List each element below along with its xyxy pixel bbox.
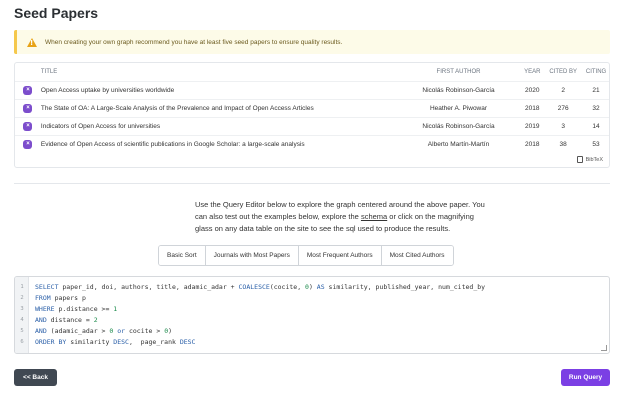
row-author: Heather A. Piwowar (429, 105, 488, 112)
row-citing: 14 (592, 123, 600, 130)
line-number: 4 (20, 317, 24, 323)
code-line[interactable]: AND distance = 2 (35, 316, 98, 324)
row-title[interactable]: The State of OA: A Large-Scale Analysis … (41, 105, 396, 112)
row-author: Nicolás Robinson-García (422, 123, 495, 130)
line-number: 5 (20, 328, 24, 334)
row-year: 2020 (525, 87, 540, 94)
query-description: Use the Query Editor below to explore th… (195, 199, 485, 235)
page-title: Seed Papers (14, 5, 99, 21)
query-editor[interactable]: 1 2 3 4 5 6 SELECT paper_id, doi, author… (14, 276, 610, 354)
row-citing: 53 (592, 141, 600, 148)
table-row: × Evidence of Open Access of scientific … (15, 135, 609, 153)
bibtex-label: BibTeX (585, 156, 603, 163)
warning-icon (27, 37, 37, 47)
back-button[interactable]: << Back (14, 369, 57, 386)
code-line[interactable]: FROM papers p (35, 294, 86, 302)
row-cited-by: 2 (561, 87, 565, 94)
remove-x-icon[interactable]: × (23, 122, 33, 131)
row-year: 2018 (525, 141, 540, 148)
warning-alert: When creating your own graph recommend y… (14, 30, 610, 54)
row-year: 2018 (525, 105, 540, 112)
run-query-button[interactable]: Run Query (561, 369, 610, 386)
code-line[interactable]: AND (adamic_adar > 0 or cocite > 0) (35, 327, 172, 335)
row-author: Nicolás Robinson-García (422, 87, 495, 94)
line-number: 6 (20, 339, 24, 345)
row-citing: 32 (592, 105, 600, 112)
schema-link[interactable]: schema (361, 212, 387, 221)
remove-x-icon[interactable]: × (23, 140, 33, 149)
most-frequent-authors-button[interactable]: Most Frequent Authors (298, 246, 382, 265)
header-first-author: FIRST AUTHOR (436, 69, 481, 75)
row-title[interactable]: Evidence of Open Access of scientific pu… (41, 141, 396, 148)
table-row: × Indicators of Open Access for universi… (15, 117, 609, 135)
table-header: TITLE FIRST AUTHOR YEAR CITED BY CITING (15, 63, 609, 81)
header-year: YEAR (524, 69, 541, 75)
remove-x-icon[interactable]: × (23, 104, 33, 113)
section-divider (14, 183, 610, 184)
example-query-buttons: Basic Sort Journals with Most Papers Mos… (158, 245, 454, 266)
document-icon (576, 156, 583, 163)
line-number: 2 (20, 295, 24, 301)
table-row: × Open Access uptake by universities wor… (15, 81, 609, 99)
most-cited-authors-button[interactable]: Most Cited Authors (381, 246, 453, 265)
table-row: × The State of OA: A Large-Scale Analysi… (15, 99, 609, 117)
row-cited-by: 3 (561, 123, 565, 130)
header-citing: CITING (585, 69, 607, 75)
resize-handle[interactable] (601, 345, 607, 351)
header-cited-by: CITED BY (549, 69, 577, 75)
seed-papers-table: TITLE FIRST AUTHOR YEAR CITED BY CITING … (14, 62, 610, 168)
line-number: 3 (20, 306, 24, 312)
basic-sort-button[interactable]: Basic Sort (159, 246, 206, 265)
row-year: 2019 (525, 123, 540, 130)
header-title: TITLE (40, 69, 58, 75)
code-line[interactable]: ORDER BY similarity DESC, page_rank DESC (35, 338, 195, 346)
remove-x-icon[interactable]: × (23, 86, 33, 95)
row-cited-by: 38 (559, 141, 567, 148)
bibtex-button[interactable]: BibTeX (576, 156, 603, 163)
row-author: Alberto Martín-Martín (427, 141, 490, 148)
row-title[interactable]: Indicators of Open Access for universiti… (41, 123, 396, 130)
line-number: 1 (20, 284, 24, 290)
row-title[interactable]: Open Access uptake by universities world… (41, 87, 396, 94)
row-cited-by: 276 (557, 105, 569, 112)
alert-text: When creating your own graph recommend y… (45, 38, 343, 46)
row-citing: 21 (592, 87, 600, 94)
code-line[interactable]: WHERE p.distance >= 1 (35, 305, 117, 313)
journals-most-papers-button[interactable]: Journals with Most Papers (205, 246, 299, 265)
code-line[interactable]: SELECT paper_id, doi, authors, title, ad… (35, 283, 485, 291)
